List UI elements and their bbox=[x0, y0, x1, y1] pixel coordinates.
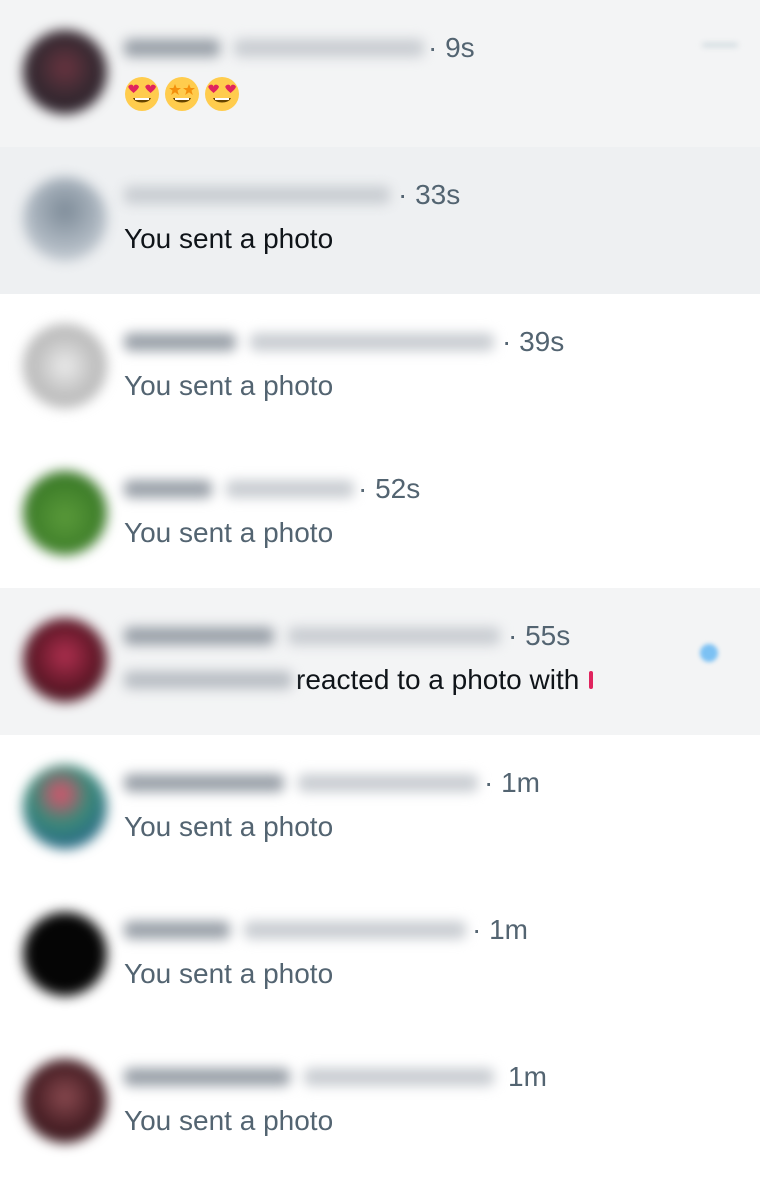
avatar[interactable] bbox=[23, 1059, 107, 1143]
conversation-row[interactable]: · 9s bbox=[0, 0, 760, 147]
star-struck-emoji-icon bbox=[164, 76, 200, 112]
username-handle bbox=[298, 774, 478, 792]
display-name bbox=[124, 627, 274, 645]
heart-eyes-emoji-icon bbox=[204, 76, 240, 112]
timestamp: · 39s bbox=[502, 326, 565, 357]
avatar[interactable] bbox=[23, 912, 107, 996]
username-handle bbox=[244, 921, 466, 939]
conversation-row[interactable]: · 55s reacted to a photo with bbox=[0, 588, 760, 735]
conversation-row[interactable]: · 39s You sent a photo bbox=[0, 294, 760, 441]
avatar[interactable] bbox=[23, 30, 107, 114]
heart-emoji-icon bbox=[589, 671, 594, 689]
message-preview bbox=[124, 76, 244, 112]
timestamp: · 1m bbox=[484, 767, 540, 798]
username-handle bbox=[288, 627, 500, 645]
avatar[interactable] bbox=[23, 471, 107, 555]
conversation-meta: · 33s bbox=[124, 177, 460, 213]
display-name bbox=[124, 333, 236, 351]
conversation-meta: · 52s bbox=[124, 471, 420, 507]
username-handle bbox=[304, 1068, 494, 1086]
display-name bbox=[124, 480, 212, 498]
username-handle bbox=[226, 480, 354, 498]
conversation-row[interactable]: · 33s You sent a photo bbox=[0, 147, 760, 294]
conversation-meta: · 55s bbox=[124, 618, 570, 654]
display-name bbox=[124, 1068, 290, 1086]
reaction-text: reacted to a photo with bbox=[296, 664, 580, 695]
avatar[interactable] bbox=[23, 324, 107, 408]
conversation-meta: 1m bbox=[124, 1059, 547, 1095]
message-preview: You sent a photo bbox=[124, 1105, 334, 1136]
message-preview: You sent a photo bbox=[124, 958, 334, 989]
conversation-row[interactable]: · 52s You sent a photo bbox=[0, 441, 760, 588]
more-icon[interactable] bbox=[700, 38, 740, 52]
message-preview: You sent a photo bbox=[124, 811, 334, 842]
timestamp: · 9s bbox=[428, 32, 475, 63]
display-name bbox=[124, 39, 220, 57]
conversation-meta: · 1m bbox=[124, 765, 540, 801]
timestamp: · 52s bbox=[358, 473, 421, 504]
username-handle bbox=[124, 186, 390, 204]
avatar[interactable] bbox=[23, 177, 107, 261]
timestamp: · 33s bbox=[398, 179, 461, 210]
message-preview: You sent a photo bbox=[124, 223, 334, 254]
avatar[interactable] bbox=[23, 765, 107, 849]
display-name bbox=[124, 921, 230, 939]
conversation-meta: · 1m bbox=[124, 912, 528, 948]
unread-dot bbox=[700, 644, 718, 662]
conversation-meta: · 9s bbox=[124, 30, 475, 66]
display-name bbox=[124, 774, 284, 792]
username-handle bbox=[250, 333, 494, 351]
heart-eyes-emoji-icon bbox=[124, 76, 160, 112]
conversation-meta: · 39s bbox=[124, 324, 564, 360]
avatar[interactable] bbox=[23, 618, 107, 702]
conversation-row[interactable]: · 1m You sent a photo bbox=[0, 882, 760, 1029]
reactor-name bbox=[124, 671, 292, 689]
message-preview: You sent a photo bbox=[124, 370, 334, 401]
timestamp: · 1m bbox=[472, 914, 528, 945]
conversation-row[interactable]: 1m You sent a photo bbox=[0, 1029, 760, 1176]
message-preview: reacted to a photo with bbox=[124, 664, 594, 696]
timestamp: · 55s bbox=[508, 620, 571, 651]
conversation-list: · 9s · 33s You sent a photo · 39s You se… bbox=[0, 0, 760, 1192]
username-handle bbox=[234, 39, 424, 57]
message-preview: You sent a photo bbox=[124, 517, 334, 548]
timestamp: 1m bbox=[508, 1061, 547, 1092]
conversation-row[interactable]: · 1m You sent a photo bbox=[0, 735, 760, 882]
